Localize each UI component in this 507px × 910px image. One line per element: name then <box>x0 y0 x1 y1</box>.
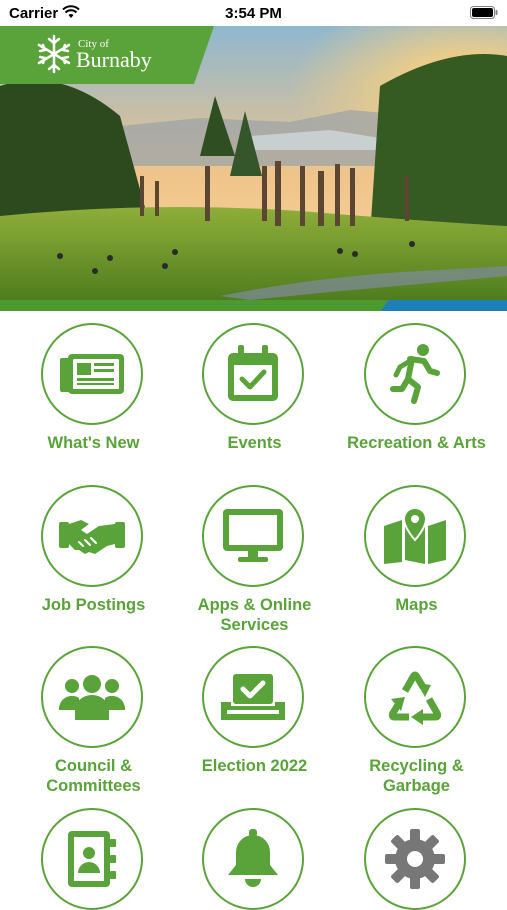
recycle-icon <box>388 671 442 725</box>
clock: 3:54 PM <box>225 5 282 22</box>
ballot-box-icon <box>221 674 285 720</box>
tile-circle <box>41 646 143 748</box>
tile-circle <box>364 646 466 748</box>
contact-book-icon <box>68 831 116 887</box>
tile-circle <box>202 485 304 587</box>
monitor-icon <box>223 509 283 562</box>
tile-label: Council & Committees <box>46 757 141 795</box>
running-person-icon <box>390 344 440 404</box>
calendar-check-icon <box>228 345 278 401</box>
handshake-icon <box>59 520 125 554</box>
tile-circle <box>202 646 304 748</box>
tile-label: What's New <box>47 434 140 452</box>
tile-label: Events <box>227 434 282 452</box>
tile-circle <box>364 323 466 425</box>
newspaper-icon <box>60 354 124 394</box>
people-group-icon <box>59 675 125 720</box>
battery-icon <box>470 6 498 19</box>
status-bar: Carrier 3:54 PM <box>0 0 507 26</box>
logo-burnaby: Burnaby <box>76 47 152 72</box>
tile-label: Recycling & Garbage <box>369 757 464 795</box>
tile-label: Election 2022 <box>201 757 308 775</box>
tile-label: Recreation & Arts <box>347 434 486 452</box>
snowflake-logo-icon <box>37 34 71 74</box>
tile-label: Maps <box>395 596 438 614</box>
bell-icon <box>228 829 278 887</box>
accent-stripe-blue <box>381 300 507 311</box>
map-icon <box>384 508 446 564</box>
tile-circle <box>41 323 143 425</box>
tile-circle <box>202 323 304 425</box>
tile-label: Job Postings <box>41 596 146 614</box>
tile-circle <box>364 485 466 587</box>
tile-circle <box>364 808 466 910</box>
tile-circle <box>41 485 143 587</box>
tile-circle <box>202 808 304 910</box>
tile-label: Apps & Online Services <box>197 596 312 634</box>
tile-circle <box>41 808 143 910</box>
gear-icon <box>385 829 445 889</box>
